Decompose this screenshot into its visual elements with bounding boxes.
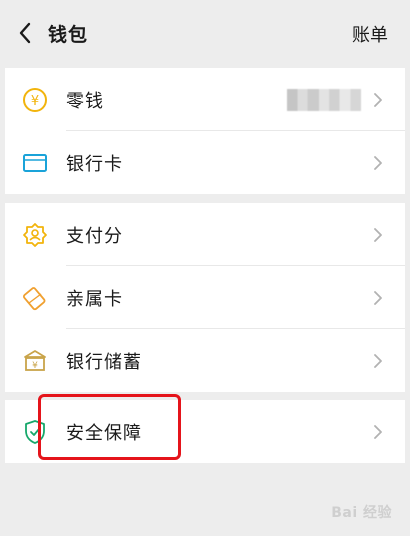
wallet-group-balance: ¥ 零钱 银行卡 [5,68,405,194]
red-highlight-box [38,394,181,460]
svg-text:¥: ¥ [31,94,39,109]
row-pay-score-label: 支付分 [66,225,123,247]
row-bank-savings-label: 银行储蓄 [66,351,142,373]
pay-score-icon [21,221,49,249]
row-bank-savings[interactable]: ¥ 银行储蓄 [5,329,405,392]
row-bank-card[interactable]: 银行卡 [5,131,405,194]
family-card-icon [21,284,49,312]
bill-button[interactable]: 账单 [352,21,388,47]
blurred-balance [287,88,361,111]
page-title: 钱包 [48,24,89,46]
row-change-label: 零钱 [66,90,104,112]
row-bank-card-label: 银行卡 [66,153,123,175]
back-button[interactable] [10,18,40,48]
row-family-card[interactable]: 亲属卡 [5,266,405,329]
row-pay-score[interactable]: 支付分 [5,203,405,266]
row-change[interactable]: ¥ 零钱 [5,68,405,131]
watermark-text: Bai 经验 [331,505,392,521]
chevron-right-icon [371,288,385,308]
chevron-right-icon [371,90,385,110]
chevron-right-icon [371,351,385,371]
chevron-right-icon [371,153,385,173]
row-family-card-label: 亲属卡 [66,288,123,310]
bank-card-icon [21,149,49,177]
watermark: Bai 经验 [331,502,392,522]
chevron-right-icon [371,225,385,245]
chevron-right-icon [371,422,385,442]
chevron-left-icon [19,22,31,44]
svg-text:¥: ¥ [32,361,38,371]
coin-icon: ¥ [21,86,49,114]
bank-savings-icon: ¥ [21,347,49,375]
top-nav-bar: 钱包 账单 [0,0,410,66]
wallet-group-services: 支付分 亲属卡 ¥ 银行储蓄 [5,203,405,392]
